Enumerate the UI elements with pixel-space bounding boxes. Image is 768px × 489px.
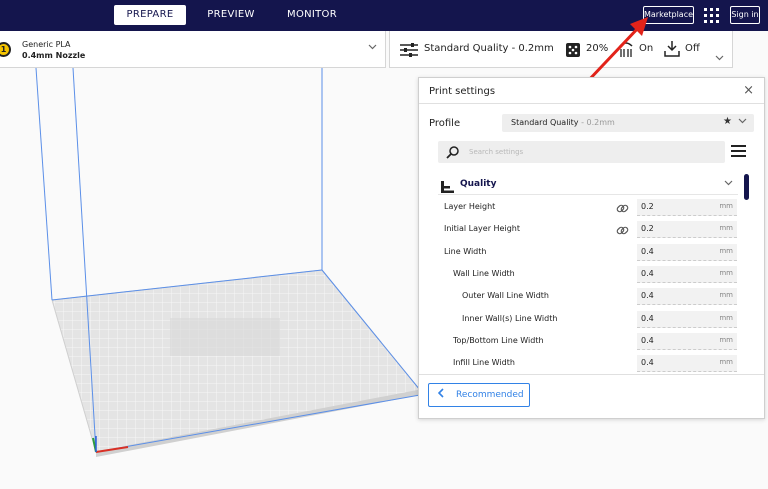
divider [419, 103, 764, 104]
setting-label: Initial Layer Height [444, 224, 520, 234]
setting-label: Outer Wall Line Width [462, 291, 550, 301]
setting-row: Top/Bottom Line Width 0.4 mm [438, 330, 738, 352]
setting-label: Infill Line Width [453, 358, 515, 368]
setting-label: Wall Line Width [453, 268, 515, 278]
recommended-button[interactable]: Recommended [428, 383, 530, 407]
infill-icon [566, 42, 580, 61]
nozzle-name: 0.4mm Nozzle [22, 51, 86, 60]
search-box[interactable] [438, 141, 725, 163]
setting-row: Line Width 0.4 mm [438, 241, 738, 263]
setting-value: 0.4 [641, 313, 654, 323]
setting-value-field[interactable]: 0.4 mm [637, 265, 737, 283]
setting-unit: mm [719, 313, 733, 322]
category-header-quality[interactable]: Quality [438, 173, 738, 195]
setting-value-field[interactable]: 0.4 mm [637, 288, 737, 306]
material-name: Generic PLA [22, 40, 71, 49]
chevron-down-icon[interactable] [738, 117, 747, 126]
chevron-down-icon[interactable] [715, 46, 724, 65]
chevron-left-icon [437, 388, 444, 401]
setting-label: Layer Height [444, 202, 496, 211]
bed-logo [170, 318, 280, 356]
close-icon[interactable]: × [743, 83, 754, 98]
profile-select[interactable]: Standard Quality - 0.2mm ★ [502, 114, 754, 132]
divider [419, 374, 764, 375]
marketplace-button[interactable]: Marketplace [643, 6, 694, 24]
link-icon[interactable] [616, 200, 629, 219]
setting-value: 0.4 [641, 291, 654, 301]
setting-value-field[interactable]: 0.2 mm [637, 199, 737, 216]
setting-label: Top/Bottom Line Width [453, 335, 544, 345]
setting-value: 0.2 [641, 202, 654, 211]
apps-grid-icon[interactable] [704, 8, 719, 23]
tab-monitor[interactable]: MONITOR [276, 5, 348, 25]
setting-value-field[interactable]: 0.2 mm [637, 221, 737, 239]
star-icon[interactable]: ★ [723, 116, 732, 127]
setting-unit: mm [719, 291, 733, 300]
category-label: Quality [460, 179, 497, 189]
extruder-badge: 1 [0, 42, 11, 57]
adhesion-value: Off [685, 43, 700, 54]
chevron-down-icon[interactable] [368, 43, 377, 53]
setting-row: Layer Height 0.2 mm [438, 196, 738, 218]
support-icon [618, 40, 634, 62]
print-setup-selector[interactable]: Standard Quality - 0.2mm 20% On Off [389, 31, 733, 68]
setting-unit: mm [719, 246, 733, 255]
setting-value: 0.2 [641, 224, 654, 234]
setting-unit: mm [719, 358, 733, 367]
setting-label: Line Width [444, 246, 487, 256]
top-bar: PREPARE PREVIEW MONITOR Marketplace Sign… [0, 0, 768, 31]
tab-preview[interactable]: PREVIEW [195, 5, 267, 25]
adhesion-icon [664, 41, 680, 61]
setting-unit: mm [719, 224, 733, 233]
volume-edge [35, 68, 53, 301]
tab-prepare[interactable]: PREPARE [114, 5, 186, 25]
menu-icon[interactable] [731, 145, 746, 158]
profile-name: Standard Quality - 0.2mm [511, 118, 615, 127]
quality-profile-label: Standard Quality - 0.2mm [424, 43, 554, 54]
search-icon [446, 144, 460, 163]
panel-title: Print settings [429, 86, 496, 97]
setting-value: 0.4 [641, 358, 654, 368]
sign-in-button[interactable]: Sign in [730, 6, 760, 24]
chevron-down-icon[interactable] [724, 179, 733, 188]
print-settings-panel: Print settings × Profile Standard Qualit… [418, 77, 765, 419]
setting-label: Inner Wall(s) Line Width [462, 313, 558, 323]
setting-value-field[interactable]: 0.4 mm [637, 310, 737, 328]
setting-value-field[interactable]: 0.4 mm [637, 332, 737, 350]
setting-row: Inner Wall(s) Line Width 0.4 mm [438, 308, 738, 330]
setting-row: Infill Line Width 0.4 mm [438, 352, 738, 373]
profile-label: Profile [429, 118, 461, 129]
profile-layer-height: - 0.2mm [578, 118, 615, 127]
setting-unit: mm [719, 268, 733, 277]
setting-value: 0.4 [641, 335, 654, 345]
quality-category-icon [441, 178, 454, 197]
search-input[interactable] [469, 145, 709, 159]
setting-value: 0.4 [641, 268, 654, 278]
setting-unit: mm [719, 202, 733, 210]
setting-unit: mm [719, 335, 733, 344]
printer-selector[interactable]: 1 Generic PLA 0.4mm Nozzle [0, 31, 386, 68]
setting-value-field[interactable]: 0.4 mm [637, 243, 737, 261]
sliders-icon [400, 42, 418, 61]
scrollbar[interactable] [744, 174, 749, 200]
setting-value-field[interactable]: 0.4 mm [637, 355, 737, 373]
setting-value: 0.4 [641, 246, 654, 256]
setting-row: Outer Wall Line Width 0.4 mm [438, 285, 738, 307]
support-value: On [639, 43, 654, 54]
settings-list: Quality Layer Height 0.2 mm Initial Layer H… [438, 173, 738, 373]
link-icon[interactable] [616, 222, 629, 241]
recommended-label: Recommended [456, 390, 524, 400]
build-plate [51, 269, 421, 453]
setting-row: Wall Line Width 0.4 mm [438, 263, 738, 285]
setting-row: Initial Layer Height 0.2 mm [438, 218, 738, 240]
infill-value: 20% [586, 43, 609, 54]
